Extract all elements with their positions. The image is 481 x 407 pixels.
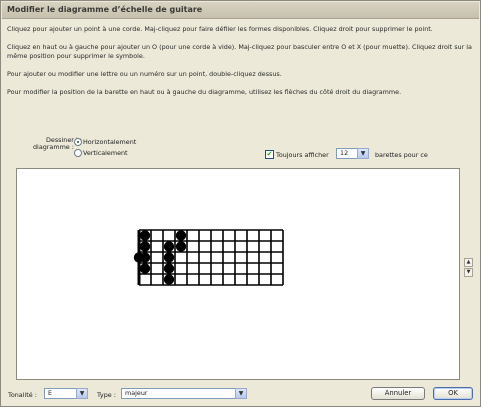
diagram-canvas[interactable] [16,168,460,380]
radio-horizontal-label[interactable]: Horizontalement [83,138,136,146]
fret-dot [139,252,151,263]
type-dropdown-button[interactable]: ▼ [235,388,247,399]
fretboard-diagram[interactable] [17,169,459,379]
type-label: Type : [97,391,116,399]
fret-dot [163,252,175,263]
orientation-label-line2: diagramme : [33,143,74,151]
always-show-label: Toujours afficher [276,151,329,159]
fret-position-up-button[interactable]: ▲ [464,258,473,267]
instruction-line-4: Pour modifier la position de la barette … [7,88,402,96]
cancel-button[interactable]: Annuler [371,387,425,400]
fret-dot [139,230,151,241]
fret-dot [163,274,175,285]
frets-suffix-label: barettes pour ce [375,151,428,159]
fret-position-down-button[interactable]: ▼ [464,268,473,277]
radio-horizontal[interactable] [74,138,82,146]
fret-dot [139,263,151,274]
frets-count-dropdown-button[interactable]: ▼ [357,148,369,159]
radio-vertical[interactable] [74,149,82,157]
ok-button[interactable]: OK [433,387,473,400]
fret-dot [139,241,151,252]
chevron-down-icon: ▼ [238,390,244,397]
always-show-checkbox[interactable]: ✔ [265,150,274,159]
chevron-down-icon: ▼ [79,390,85,397]
chevron-down-icon: ▼ [360,150,366,157]
key-label: Tonalité : [8,391,37,399]
arrow-up-icon: ▲ [466,259,471,265]
key-dropdown-button[interactable]: ▼ [76,388,88,399]
dialog-title: Modifier le diagramme d’échelle de guita… [7,5,203,14]
fret-dot [163,263,175,274]
instruction-line-3: Pour ajouter ou modifier une lettre ou u… [7,70,282,78]
fret-dot [175,230,187,241]
instruction-line-1: Cliquez pour ajouter un point à une cord… [7,25,433,33]
fret-dot [163,241,175,252]
instruction-line-2: Cliquez en haut ou à gauche pour ajouter… [7,43,472,60]
radio-vertical-label[interactable]: Verticalement [83,149,128,157]
type-select[interactable]: majeur [121,388,247,399]
title-bar: Modifier le diagramme d’échelle de guita… [2,2,479,19]
arrow-down-icon: ▼ [466,269,471,275]
fret-dot [175,241,187,252]
